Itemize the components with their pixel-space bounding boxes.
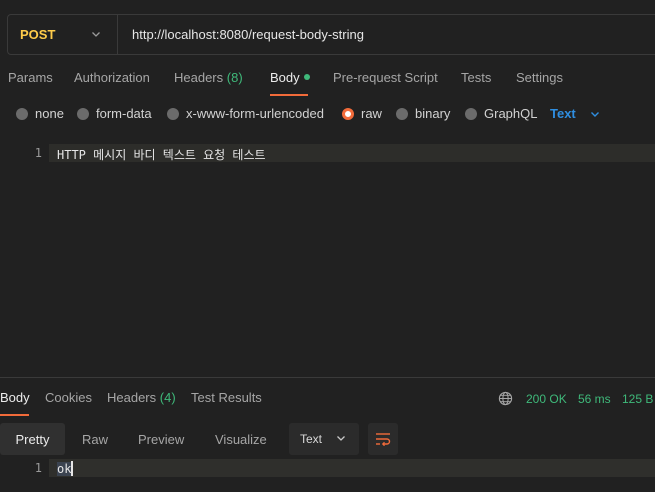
raw-format-select[interactable]: Text (550, 106, 600, 121)
view-pretty-button[interactable]: Pretty (0, 423, 65, 455)
request-body-editor[interactable]: 1 HTTP 메시지 바디 텍스트 요청 테스트 (0, 144, 655, 378)
method-label: POST (20, 27, 56, 42)
response-headers-count: (4) (159, 390, 176, 405)
wrap-lines-icon (376, 433, 391, 446)
response-format-select[interactable]: Text (289, 423, 359, 455)
response-tab-body[interactable]: Body (0, 390, 30, 405)
globe-icon[interactable] (498, 391, 513, 406)
response-active-line (49, 459, 655, 477)
view-visualize-button[interactable]: Visualize (215, 423, 267, 455)
body-modified-dot (303, 74, 310, 80)
radio-form-data[interactable]: form-data (77, 106, 152, 121)
url-input[interactable]: http://localhost:8080/request-body-strin… (118, 27, 364, 42)
tab-authorization[interactable]: Authorization (74, 70, 150, 85)
radio-circle (77, 107, 89, 120)
status-code[interactable]: 200 OK (526, 392, 567, 406)
radio-none[interactable]: none (16, 106, 64, 121)
radio-circle (465, 107, 477, 120)
radio-x-www-form-urlencoded[interactable]: x-www-form-urlencoded (167, 106, 324, 121)
radio-circle (167, 107, 179, 120)
response-body-viewer[interactable]: ok (57, 461, 74, 476)
radio-circle (16, 107, 28, 120)
response-tab-headers[interactable]: Headers (4) (107, 390, 176, 405)
line-number: 1 (34, 146, 42, 160)
chevron-down-icon (337, 436, 345, 441)
tab-headers[interactable]: Headers (8) (174, 70, 243, 85)
response-line-number: 1 (34, 461, 42, 475)
response-time[interactable]: 56 ms (578, 392, 611, 406)
view-preview-button[interactable]: Preview (138, 423, 184, 455)
url-bar: POST http://localhost:8080/request-body-… (7, 14, 655, 55)
radio-circle (396, 107, 408, 120)
tab-settings[interactable]: Settings (516, 70, 563, 85)
radio-graphql[interactable]: GraphQL (465, 106, 537, 121)
response-format-label: Text (300, 432, 323, 446)
response-code-line: ok (57, 462, 72, 476)
code-line: HTTP 메시지 바디 텍스트 요청 테스트 (57, 148, 266, 162)
response-tabs: Body Cookies Headers (4) Test Results 20… (0, 390, 655, 416)
response-size[interactable]: 125 B (622, 392, 653, 406)
tab-params[interactable]: Params (8, 70, 53, 85)
radio-binary[interactable]: binary (396, 106, 450, 121)
tab-tests[interactable]: Tests (461, 70, 491, 85)
radio-circle-selected (342, 107, 354, 120)
active-tab-underline (0, 414, 29, 416)
view-raw-button[interactable]: Raw (82, 423, 108, 455)
radio-raw[interactable]: raw (342, 106, 382, 121)
raw-format-label: Text (550, 106, 576, 121)
text-cursor (71, 461, 74, 476)
response-tab-test-results[interactable]: Test Results (191, 390, 262, 405)
headers-count: (8) (226, 70, 243, 85)
tab-body[interactable]: Body (270, 70, 310, 85)
method-select[interactable]: POST (8, 15, 118, 54)
response-tab-cookies[interactable]: Cookies (45, 390, 92, 405)
wrap-lines-button[interactable] (368, 423, 398, 455)
chevron-down-icon (590, 111, 599, 117)
tab-pre-request-script[interactable]: Pre-request Script (333, 70, 438, 85)
chevron-down-icon (92, 32, 100, 37)
active-tab-underline (270, 94, 308, 96)
